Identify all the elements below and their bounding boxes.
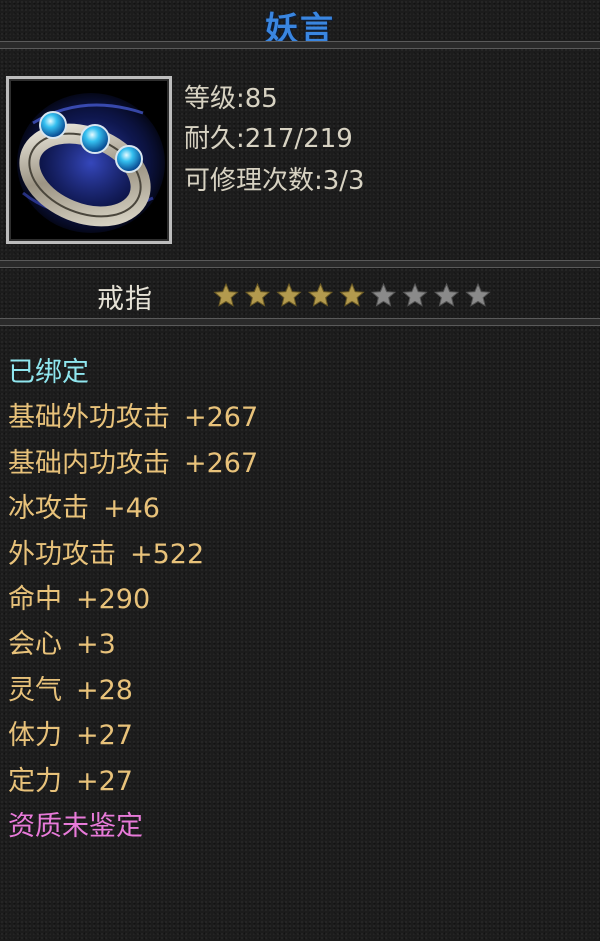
attribute-name: 基础内功攻击 [8,447,170,479]
attribute-list: 已绑定基础外功攻击 +267 基础内功攻击 +267 冰攻击 +46 外功攻击 +522 命中 +… [8,350,588,849]
star-filled-icon [213,282,239,307]
attribute-value: +27 [76,765,133,797]
attribute-name: 命中 [8,583,62,615]
star-empty-icon [370,282,397,307]
star-filled-icon [307,282,334,307]
item-level: 等级:85 [184,84,278,114]
attribute-name: 定力 [8,765,62,797]
attribute-name: 外功攻击 [8,538,116,570]
attribute-value: +46 [103,493,160,525]
attribute-name: 已绑定 [8,357,89,388]
title-bar: 妖言 [0,0,600,48]
attribute-line: 已绑定 [8,350,588,395]
attribute-line: 基础内功攻击 +267 [8,441,588,486]
star-empty-icon [433,282,460,307]
star-filled-icon [339,282,365,307]
item-durability: 耐久:217/219 [184,124,353,154]
item-icon-frame [6,76,172,244]
divider [0,260,600,268]
attribute-name: 资质未鉴定 [8,810,143,842]
attribute-line: 会心 +3 [8,622,588,667]
item-tooltip: 妖言 等级:85 耐久:217/219 可修理次数:3/3 戒指 已绑定 基础外… [0,0,600,941]
star-filled-icon [276,282,302,307]
item-type: 戒指 [97,284,153,315]
attribute-line: 灵气 +28 [8,668,588,713]
divider [0,41,600,49]
attribute-line: 定力 +27 [8,759,588,804]
star-rating [213,282,503,310]
attribute-line: 资质未鉴定 [8,804,588,849]
attribute-name: 体力 [8,720,62,752]
star-empty-icon [402,282,428,307]
star-filled-icon [244,282,271,307]
attribute-name: 会心 [8,629,62,661]
attribute-value: +28 [76,674,133,706]
attribute-line: 基础外功攻击 +267 [8,395,588,440]
attribute-value: +3 [76,629,116,661]
attribute-name: 基础外功攻击 [8,402,170,434]
attribute-value: +27 [76,720,133,752]
attribute-name: 灵气 [8,674,62,706]
attribute-line: 命中 +290 [8,577,588,622]
attribute-name: 冰攻击 [8,493,89,525]
attribute-value: +267 [184,402,259,434]
item-repair-count: 可修理次数:3/3 [184,166,365,196]
attribute-value: +290 [76,583,151,615]
attribute-line: 外功攻击 +522 [8,532,588,577]
attribute-value: +522 [130,538,205,570]
ring-icon [13,83,165,237]
attribute-line: 体力 +27 [8,713,588,758]
star-empty-icon [465,282,491,307]
attribute-line: 冰攻击 +46 [8,486,588,531]
attribute-value: +267 [184,447,259,479]
divider [0,318,600,326]
